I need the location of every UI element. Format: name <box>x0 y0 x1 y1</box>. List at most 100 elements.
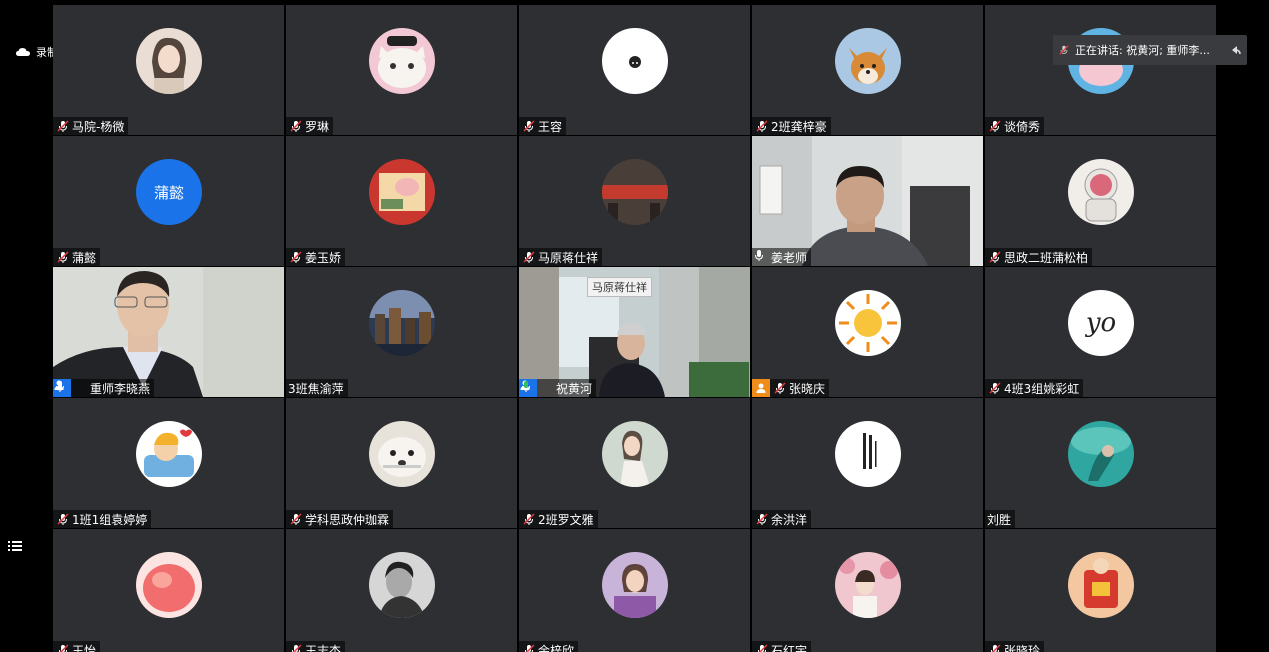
participant-name: 2班罗文雅 <box>538 512 594 527</box>
mic-muted-icon <box>755 119 769 133</box>
mic-muted-icon <box>289 250 303 264</box>
cartoon-face-icon <box>602 28 668 94</box>
participant-name: 重师李晓燕 <box>90 381 151 396</box>
participant-name-label: 学科思政仲珈霖 <box>286 510 394 528</box>
participant-name: 祝黄河 <box>556 381 593 396</box>
participant-name-label: 1班1组袁婷婷 <box>53 510 152 528</box>
mic-muted-icon <box>988 250 1002 264</box>
participant-tile[interactable]: 石红宇 <box>752 529 983 652</box>
participant-tile[interactable]: 2班龚梓豪 <box>752 5 983 135</box>
participant-name: 1班1组袁婷婷 <box>72 512 148 527</box>
participant-name: 马院-杨微 <box>72 119 125 134</box>
participant-name-label: 3班焦渝萍 <box>286 379 348 397</box>
participant-video-tile[interactable]: 姜老师 <box>752 136 983 266</box>
photo-woman-icon <box>602 421 668 487</box>
collapse-arrow-icon[interactable] <box>1225 44 1247 56</box>
participant-tile[interactable]: 张晓玲 <box>985 529 1216 652</box>
participant-tile[interactable]: yo 4班3组姚彩虹 <box>985 267 1216 397</box>
participant-tile[interactable]: 余梓欣 <box>519 529 750 652</box>
participant-name: 张晓玲 <box>1004 643 1041 652</box>
mic-muted-icon <box>56 250 70 264</box>
active-speaker-bar[interactable]: 正在讲话: 祝黄河; 重师李... <box>1053 35 1247 65</box>
participant-grid: 马院-杨微 罗琳 王容 2班龚梓豪 谈倚秀 蒲懿 蒲懿 姜玉娇 马原蒋仕祥 姜老… <box>53 5 1216 652</box>
participant-tile[interactable]: 马院-杨微 <box>53 5 284 135</box>
participant-name-label: 谈倚秀 <box>985 117 1045 135</box>
astronaut-icon <box>1068 159 1134 225</box>
participant-video-tile[interactable]: 重师李晓燕 <box>53 267 284 397</box>
photo-girl-icon <box>835 552 901 618</box>
participant-video-tile-speaking[interactable]: 马原蒋仕祥 祝黄河 <box>519 267 750 397</box>
participant-name: 姜老师 <box>771 250 808 265</box>
participant-tile[interactable]: 思政二班蒲松柏 <box>985 136 1216 266</box>
shiba-dog-icon <box>835 28 901 94</box>
participant-name-label: 王容 <box>519 117 567 135</box>
cartoon-pig-icon <box>369 159 435 225</box>
participant-tile[interactable]: 蒲懿 蒲懿 <box>53 136 284 266</box>
mic-muted-icon <box>522 119 536 133</box>
bw-portrait-icon <box>369 552 435 618</box>
seal-icon <box>369 421 435 487</box>
mic-muted-icon <box>522 250 536 264</box>
participant-tile[interactable]: 学科思政仲珈霖 <box>286 398 517 528</box>
participant-name-label: 2班龚梓豪 <box>752 117 831 135</box>
participant-name: 马原蒋仕祥 <box>538 250 599 265</box>
participant-tile[interactable]: 王容 <box>519 5 750 135</box>
mic-muted-icon <box>755 512 769 526</box>
mic-muted-icon <box>522 643 536 652</box>
participant-name: 罗琳 <box>305 119 330 134</box>
participant-name-label: 重师李晓燕 <box>53 379 155 397</box>
participant-name: 王怡 <box>72 643 97 652</box>
participant-name: 思政二班蒲松柏 <box>1004 250 1089 265</box>
name-tooltip: 马原蒋仕祥 <box>587 277 652 297</box>
cartoon-boy-icon <box>136 421 202 487</box>
participant-tile[interactable]: 罗琳 <box>286 5 517 135</box>
cartoon-red-icon <box>1068 552 1134 618</box>
participant-name: 刘胜 <box>987 512 1012 527</box>
mic-icon <box>755 250 769 264</box>
calligraphy-icon <box>835 421 901 487</box>
participant-name-label: 蒲懿 <box>53 248 101 266</box>
participant-tile[interactable]: 王志杰 <box>286 529 517 652</box>
participant-name: 余梓欣 <box>538 643 575 652</box>
list-menu-icon[interactable] <box>7 538 23 554</box>
participant-tile[interactable]: 3班焦渝萍 <box>286 267 517 397</box>
active-speaker-text: 正在讲话: 祝黄河; 重师李... <box>1075 44 1210 57</box>
peach-icon <box>136 552 202 618</box>
participant-name-label: 刘胜 <box>985 510 1016 528</box>
participant-tile[interactable]: 马原蒋仕祥 <box>519 136 750 266</box>
participant-name-label: 4班3组姚彩虹 <box>985 379 1084 397</box>
participant-name: 蒲懿 <box>72 250 97 265</box>
participant-name-label: 2班罗文雅 <box>519 510 598 528</box>
participant-tile[interactable]: 王怡 <box>53 529 284 652</box>
mic-muted-icon <box>289 119 303 133</box>
mic-muted-icon <box>755 643 769 652</box>
participant-tile[interactable]: 余洪洋 <box>752 398 983 528</box>
participant-tile[interactable]: 张晓庆 <box>752 267 983 397</box>
participant-name-label: 余洪洋 <box>752 510 812 528</box>
cohost-badge-icon <box>752 379 770 397</box>
participant-name-label: 张晓庆 <box>752 379 830 397</box>
participant-tile[interactable]: 谈倚秀 <box>985 5 1216 135</box>
sun-drawing-icon <box>835 290 901 356</box>
participant-tile[interactable]: 刘胜 <box>985 398 1216 528</box>
participant-name: 学科思政仲珈霖 <box>305 512 390 527</box>
participant-tile[interactable]: 姜玉娇 <box>286 136 517 266</box>
mic-muted-icon <box>56 119 70 133</box>
participant-tile[interactable]: 1班1组袁婷婷 <box>53 398 284 528</box>
mic-muted-icon <box>1053 44 1075 56</box>
participant-name-label: 王怡 <box>53 641 101 652</box>
mic-muted-icon <box>289 643 303 652</box>
cloud-icon <box>16 48 30 56</box>
avatar-initials: 蒲懿 <box>136 159 202 225</box>
mic-muted-icon <box>56 643 70 652</box>
cat-icon <box>369 28 435 94</box>
participant-name-label: 罗琳 <box>286 117 334 135</box>
mic-muted-icon <box>522 512 536 526</box>
participant-name-label: 石红宇 <box>752 641 812 652</box>
participant-name-label: 姜玉娇 <box>286 248 346 266</box>
participant-name-label: 张晓玲 <box>985 641 1045 652</box>
participant-name: 姜玉娇 <box>305 250 342 265</box>
participant-name: 3班焦渝萍 <box>288 381 344 396</box>
participant-name: 王容 <box>538 119 563 134</box>
participant-tile[interactable]: 2班罗文雅 <box>519 398 750 528</box>
